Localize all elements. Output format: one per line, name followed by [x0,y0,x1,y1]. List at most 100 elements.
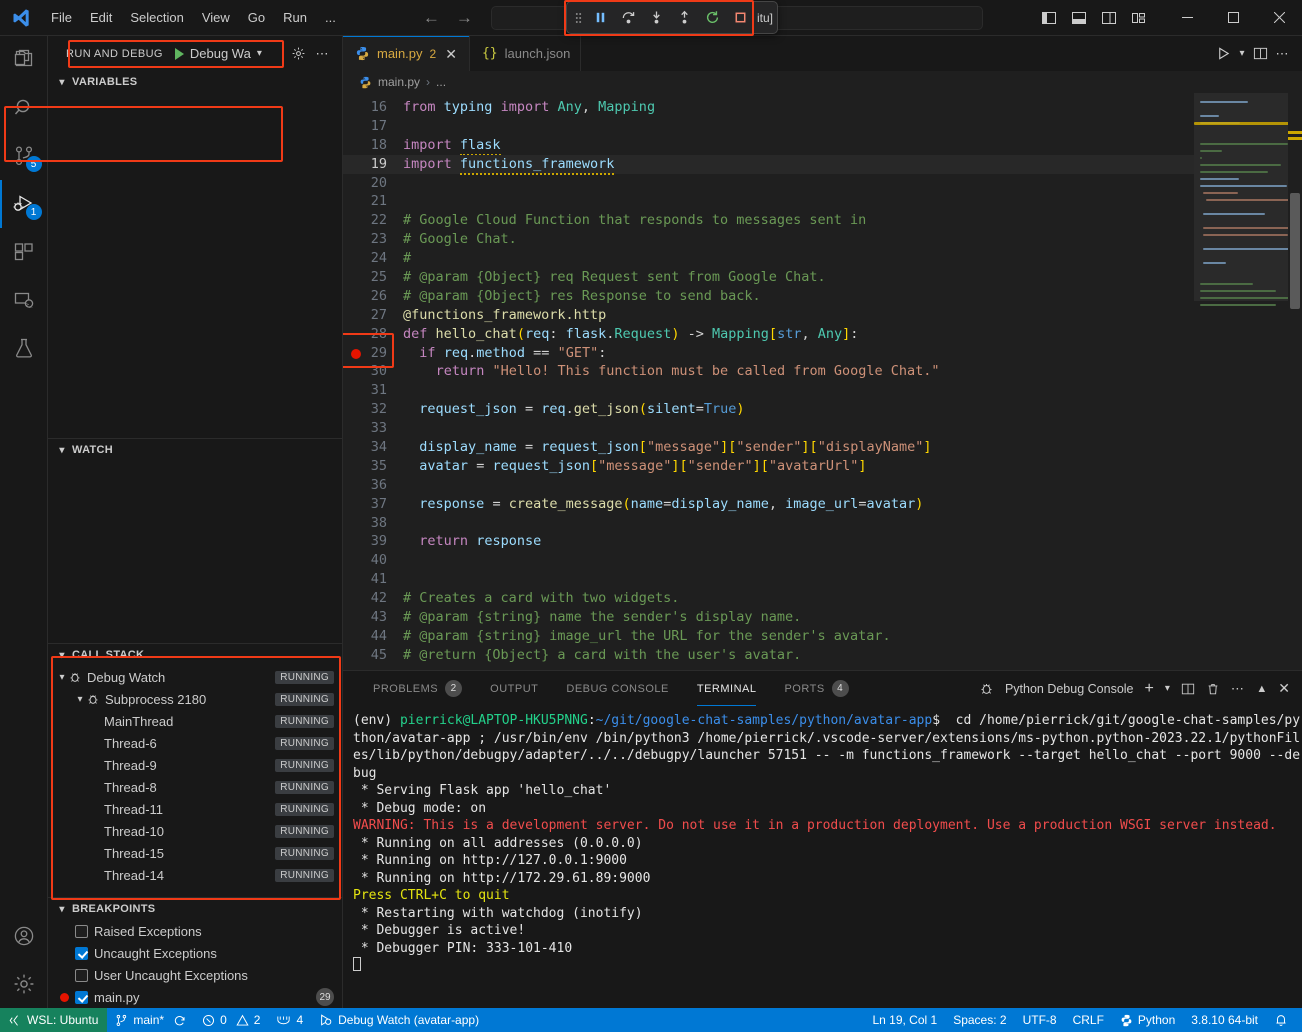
more-actions-icon[interactable]: ⋯ [316,46,331,62]
call-stack-section-header[interactable]: ▾ CALL STACK [48,644,342,666]
code-line[interactable]: 33 [343,419,1194,438]
manage-settings-button[interactable] [0,960,48,1008]
line-number[interactable]: 32 [343,400,403,419]
code-line[interactable]: 40 [343,551,1194,570]
sidebar-item-extensions[interactable] [0,228,48,276]
sidebar-item-run-and-debug[interactable]: 1 [0,180,48,228]
code-line[interactable]: 24# [343,249,1194,268]
debug-step-out-button[interactable] [671,5,697,31]
code-line[interactable]: 31 [343,381,1194,400]
call-stack-row[interactable]: ▾Debug WatchRUNNING [48,666,342,688]
call-stack-row[interactable]: Thread-10RUNNING [48,820,342,842]
code-line[interactable]: 38 [343,514,1194,533]
code-line[interactable]: 29 if req.method == "GET": [343,344,1194,363]
status-indentation[interactable]: Spaces: 2 [945,1008,1014,1032]
status-notifications[interactable] [1266,1008,1296,1032]
line-number[interactable]: 22 [343,211,403,230]
line-number[interactable]: 25 [343,268,403,287]
more-actions-icon[interactable]: ⋯ [1231,681,1246,697]
minimize-button[interactable] [1164,0,1210,36]
maximize-panel-icon[interactable]: ▲ [1256,683,1267,695]
line-number[interactable]: 39 [343,532,403,551]
tab-output[interactable]: OUTPUT [476,671,552,706]
line-number[interactable]: 27 [343,306,403,325]
line-number[interactable]: 21 [343,192,403,211]
status-language-mode[interactable]: Python [1112,1008,1183,1032]
debug-step-into-button[interactable] [643,5,669,31]
line-number[interactable]: 34 [343,438,403,457]
toggle-primary-sidebar-icon[interactable] [1034,3,1064,33]
sync-icon[interactable] [173,1014,186,1027]
breakpoint-glyph-icon[interactable] [351,349,361,359]
breakpoint-row[interactable]: Uncaught Exceptions [48,942,342,964]
line-number[interactable]: 28 [343,325,403,344]
call-stack-row[interactable]: Thread-15RUNNING [48,842,342,864]
line-number[interactable]: 37 [343,495,403,514]
code-line[interactable]: 27@functions_framework.http [343,306,1194,325]
breakpoints-section-header[interactable]: ▾ BREAKPOINTS [48,898,342,920]
code-line[interactable]: 21 [343,192,1194,211]
code-line[interactable]: 28def hello_chat(req: flask.Request) -> … [343,325,1194,344]
status-remote-host[interactable]: WSL: Ubuntu [0,1008,107,1032]
status-debug-session[interactable]: Debug Watch (avatar-app) [311,1008,487,1032]
line-number[interactable]: 20 [343,174,403,193]
code-line[interactable]: 42# Creates a card with two widgets. [343,589,1194,608]
code-line[interactable]: 37 response = create_message(name=displa… [343,495,1194,514]
go-back-icon[interactable]: ← [423,9,440,26]
breadcrumb-symbol[interactable]: ... [436,75,446,89]
tab-debug-console[interactable]: DEBUG CONSOLE [552,671,682,706]
menu-selection[interactable]: Selection [121,6,192,29]
chevron-down-icon[interactable]: ▾ [257,48,262,59]
accounts-button[interactable] [0,912,48,960]
close-panel-icon[interactable]: ✕ [1278,680,1290,697]
chevron-down-icon[interactable]: ▾ [74,694,86,705]
split-editor-icon[interactable] [1253,46,1268,61]
code-line[interactable]: 20 [343,174,1194,193]
status-ports[interactable]: 4 [268,1008,311,1032]
line-number[interactable]: 26 [343,287,403,306]
line-number[interactable]: 17 [343,117,403,136]
code-line[interactable]: 34 display_name = request_json["message"… [343,438,1194,457]
code-line[interactable]: 23# Google Chat. [343,230,1194,249]
sidebar-item-source-control[interactable]: 5 [0,132,48,180]
menu-file[interactable]: File [42,6,81,29]
call-stack-row[interactable]: Thread-8RUNNING [48,776,342,798]
status-cursor-position[interactable]: Ln 19, Col 1 [864,1008,945,1032]
menu-edit[interactable]: Edit [81,6,121,29]
line-number[interactable]: 38 [343,514,403,533]
line-number[interactable]: 29 [343,344,403,363]
maximize-button[interactable] [1210,0,1256,36]
split-terminal-icon[interactable] [1181,682,1195,696]
call-stack-row[interactable]: ▾Subprocess 2180RUNNING [48,688,342,710]
variables-section-header[interactable]: ▾ VARIABLES [48,71,342,93]
chevron-down-icon[interactable]: ▾ [1165,683,1170,694]
status-git-branch[interactable]: main* [107,1008,194,1032]
scrollbar-thumb[interactable] [1290,193,1300,309]
line-number[interactable]: 41 [343,570,403,589]
editor-area[interactable]: 16from typing import Any, Mapping1718imp… [343,93,1302,670]
code-line[interactable]: 35 avatar = request_json["message"]["sen… [343,457,1194,476]
close-button[interactable] [1256,0,1302,36]
sidebar-item-testing[interactable] [0,324,48,372]
tab-main-py[interactable]: main.py 2 ✕ [343,36,470,71]
breadcrumb-file[interactable]: main.py [378,75,420,89]
menu-run[interactable]: Run [274,6,316,29]
status-interpreter[interactable]: 3.8.10 64-bit [1183,1008,1266,1032]
code-line[interactable]: 16from typing import Any, Mapping [343,98,1194,117]
line-number[interactable]: 44 [343,627,403,646]
debug-restart-button[interactable] [699,5,725,31]
breakpoint-row[interactable]: main.py29 [48,986,342,1008]
terminal-output[interactable]: (env) pierrick@LAPTOP-HKU5PNNG:~/git/goo… [343,706,1302,1008]
call-stack-row[interactable]: Thread-6RUNNING [48,732,342,754]
debug-step-over-button[interactable] [615,5,641,31]
toggle-secondary-sidebar-icon[interactable] [1094,3,1124,33]
line-number[interactable]: 24 [343,249,403,268]
status-problems[interactable]: 0 2 [194,1008,268,1032]
editor-scrollbar[interactable] [1288,93,1302,670]
line-number[interactable]: 16 [343,98,403,117]
line-number[interactable]: 30 [343,362,403,381]
code-line[interactable]: 36 [343,476,1194,495]
line-number[interactable]: 33 [343,419,403,438]
code-line[interactable]: 43# @param {string} name the sender's di… [343,608,1194,627]
line-number[interactable]: 36 [343,476,403,495]
